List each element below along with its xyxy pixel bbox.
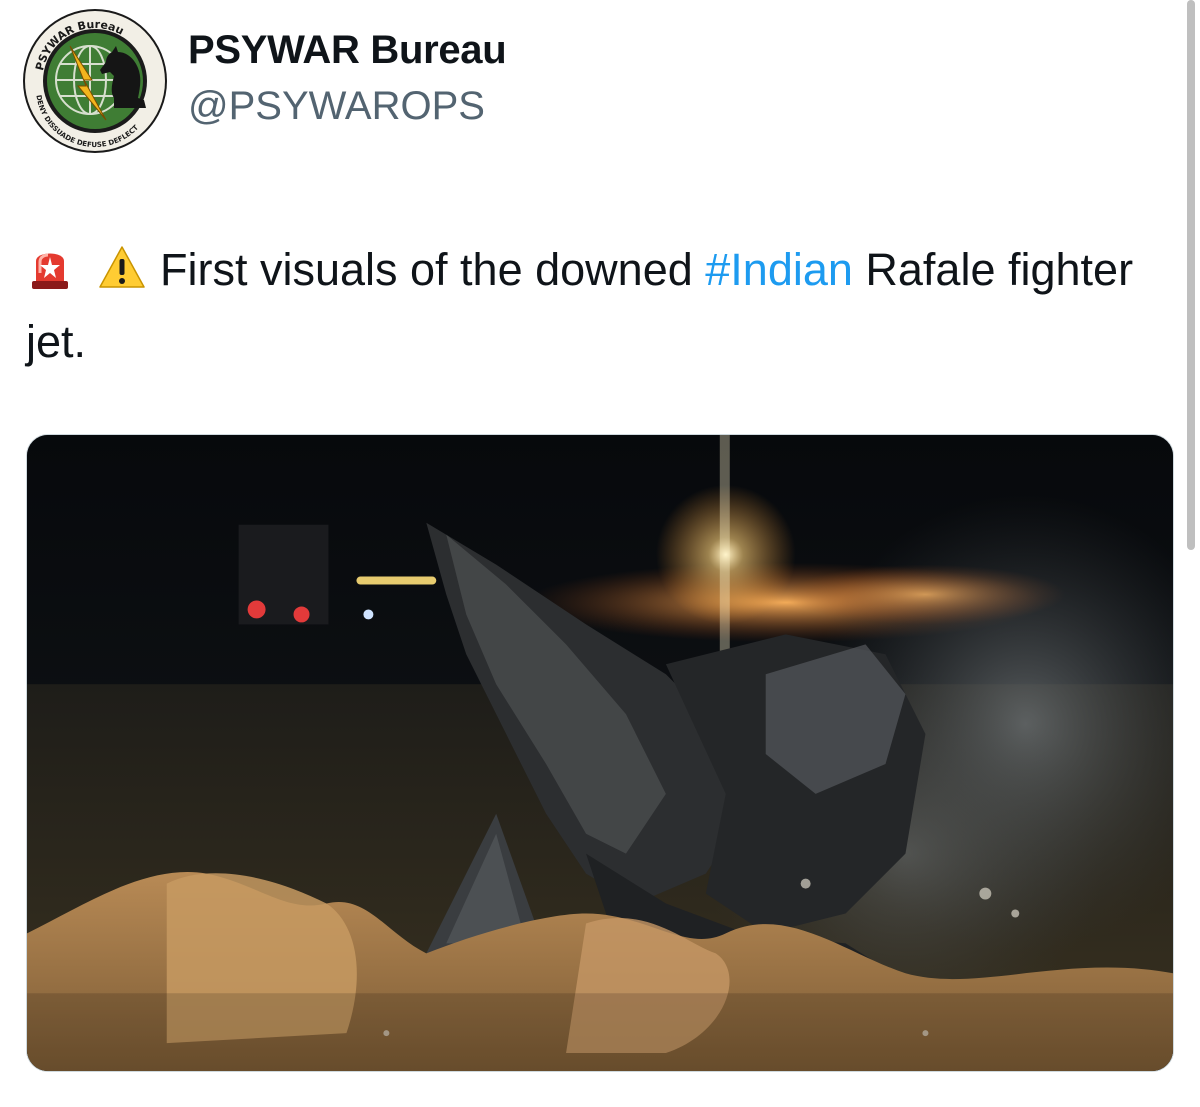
author-display-name[interactable]: PSYWAR Bureau [188,28,507,73]
police-car-light-emoji-icon [32,253,68,289]
tweet-media-photo[interactable] [26,434,1174,1072]
tweet: PSYWAR Bureau DENY DISSUADE DEFUSE DEFLE… [0,0,1200,1107]
page-scrollbar[interactable] [1187,0,1195,550]
psywar-bureau-logo-icon: PSYWAR Bureau DENY DISSUADE DEFUSE DEFLE… [23,9,167,153]
tweet-text-part-1: First visuals of the downed [160,244,706,295]
hashtag-link[interactable]: #Indian [705,244,853,295]
tweet-text: First visuals of the downed #Indian Rafa… [26,234,1176,378]
warning-emoji-icon [99,246,145,288]
crash-site-photo-icon [27,435,1173,1071]
author-handle[interactable]: @PSYWAROPS [188,84,485,129]
author-avatar[interactable]: PSYWAR Bureau DENY DISSUADE DEFUSE DEFLE… [22,8,168,154]
